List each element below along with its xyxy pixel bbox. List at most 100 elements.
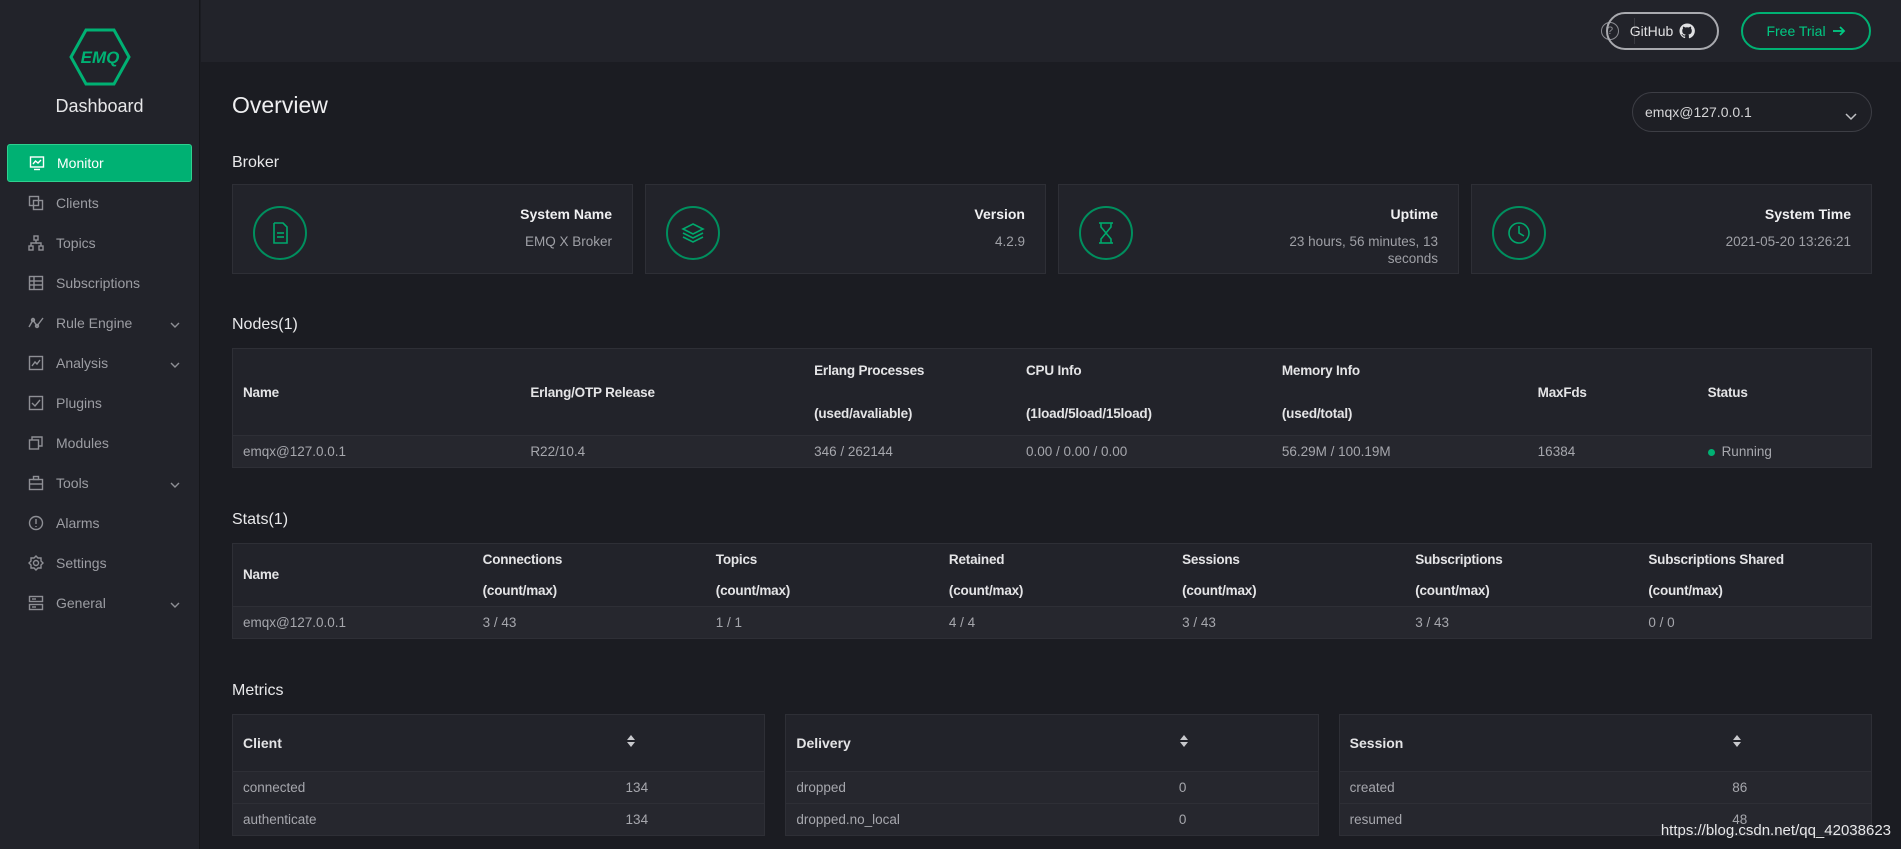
card-value: 23 hours, 56 minutes, 13 seconds [1289,234,1438,266]
card-title: Version [974,206,1025,222]
settings-icon [28,555,44,571]
free-trial-label: Free Trial [1766,23,1826,39]
modules-icon [28,435,44,451]
sidebar-item-alarms[interactable]: Alarms [7,504,192,542]
sidebar-item-subscriptions[interactable]: Subscriptions [7,264,192,302]
session-metrics-table: Session created 86 resumed 48 [1338,714,1872,836]
nodes-heading: Nodes(1) [232,316,298,333]
delivery-metrics-table: Delivery dropped 0 dropped.no_local 0 [785,714,1319,836]
sidebar-item-rule-engine[interactable]: Rule Engine [7,304,192,342]
table-row: emqx@127.0.0.1 3 / 43 1 / 1 4 / 4 3 / 43… [232,606,1872,639]
col-processes: Erlang Processes (used/avaliable) [814,363,925,421]
rule-engine-icon [28,315,44,331]
cell-subscriptions: 3 / 43 [1405,606,1639,639]
page-title: Overview [232,92,328,118]
monitor-icon [29,155,45,171]
chevron-down-icon [170,357,180,368]
table-row: dropped 0 [786,770,1318,803]
col-name: Name [243,384,279,400]
broker-heading: Broker [232,154,280,171]
broker-cards: System Name EMQ X Broker Version 4.2.9 U… [232,184,1872,274]
subscriptions-icon [28,275,44,291]
col-sessions: Sessions (count/max) [1182,552,1257,598]
node-select[interactable]: emqx@127.0.0.1 [1632,92,1872,132]
sidebar-item-label: Subscriptions [56,275,141,291]
card-title: System Time [1764,206,1851,222]
sidebar-item-settings[interactable]: Settings [7,544,192,582]
metric-value: 134 [615,802,765,835]
sidebar-item-label: Topics [56,235,96,251]
nodes-table: Name Erlang/OTP Release Erlang Processes… [232,348,1872,468]
metric-key: dropped [786,770,1169,803]
cell-name: emqx@127.0.0.1 [232,435,521,468]
general-icon [28,595,44,611]
clock-icon [1492,206,1546,260]
sidebar-item-topics[interactable]: Topics [7,224,192,262]
card-value: EMQ X Broker [524,234,612,249]
card-value: 2021-05-20 13:26:21 [1725,234,1851,249]
sidebar-item-label: Monitor [57,155,104,171]
stats-table: Name Connections (count/max) Topics (count… [232,543,1872,639]
metric-value: 134 [615,770,765,803]
col-name: Name [243,567,279,582]
cell-processes: 346 / 262144 [804,435,1016,468]
sidebar-item-label: Settings [56,555,107,571]
cell-memory: 56.29M / 100.19M [1271,435,1528,468]
github-button[interactable]: GitHub [1606,12,1719,50]
cell-name: emqx@127.0.0.1 [232,606,473,639]
col-retained: Retained (count/max) [948,552,1024,598]
uptime-card: Uptime 23 hours, 56 minutes, 13 seconds [1058,184,1459,274]
sidebar-item-tools[interactable]: Tools [7,464,192,502]
sidebar-item-analysis[interactable]: Analysis [7,344,192,382]
sort-icon[interactable] [1169,715,1318,771]
table-row: dropped.no_local 0 [786,802,1318,835]
github-button-label: GitHub [1629,23,1674,39]
metrics-heading: Metrics [232,682,284,699]
sidebar-item-modules[interactable]: Modules [7,424,192,462]
version-card: Version 4.2.9 [645,184,1046,274]
metric-key: dropped.no_local [786,802,1169,835]
analysis-icon [28,355,44,371]
brand: EMQ Dashboard [0,0,199,140]
tools-icon [28,475,44,491]
client-metrics-table: Client connected 134 authenticate 134 [232,714,766,836]
col-status: Status [1707,384,1748,400]
table-row: authenticate 134 [233,802,765,835]
sidebar-item-label: Alarms [56,515,100,531]
col-client: Client [243,734,282,751]
cell-connections: 3 / 43 [472,606,706,639]
col-cpu: CPU Info (1load/5load/15load) [1025,363,1152,421]
metric-key: connected [233,770,616,803]
col-maxfds: MaxFds [1537,384,1587,400]
sort-icon[interactable] [1722,715,1871,771]
sort-icon[interactable] [616,715,765,771]
sidebar: EMQ Dashboard Monitor Clients Topics Sub… [0,0,200,849]
sidebar-item-general[interactable]: General [7,584,192,622]
sidebar-item-monitor[interactable]: Monitor [7,144,192,182]
stats-heading: Stats(1) [232,511,289,528]
sidebar-item-clients[interactable]: Clients [7,184,192,222]
sidebar-item-label: Plugins [56,395,102,411]
free-trial-button[interactable]: Free Trial [1741,12,1871,50]
chevron-down-icon [170,597,180,608]
dashboard-title: Dashboard [55,96,144,116]
system-name-card: System Name EMQ X Broker [232,184,633,274]
plugins-icon [28,395,44,411]
col-otp: Erlang/OTP Release [530,384,655,400]
svg-text:EMQ: EMQ [80,48,119,67]
cell-cpu: 0.00 / 0.00 / 0.00 [1015,435,1272,468]
col-memory: Memory Info (used/total) [1281,363,1360,421]
col-subscriptions-shared: Subscriptions Shared (count/max) [1648,552,1784,598]
col-session: Session [1349,734,1404,751]
sidebar-item-plugins[interactable]: Plugins [7,384,192,422]
card-value: 4.2.9 [994,234,1025,249]
file-icon [253,206,307,260]
status-badge: Running [1697,435,1872,468]
github-icon [1679,23,1696,39]
metrics-panels: Client connected 134 authenticate 134 Deli… [232,714,1872,836]
cell-otp: R22/10.4 [520,435,805,468]
cell-retained: 4 / 4 [938,606,1173,639]
layers-icon [666,206,720,260]
metric-value: 0 [1168,770,1318,803]
sidebar-item-label: Tools [56,475,89,491]
